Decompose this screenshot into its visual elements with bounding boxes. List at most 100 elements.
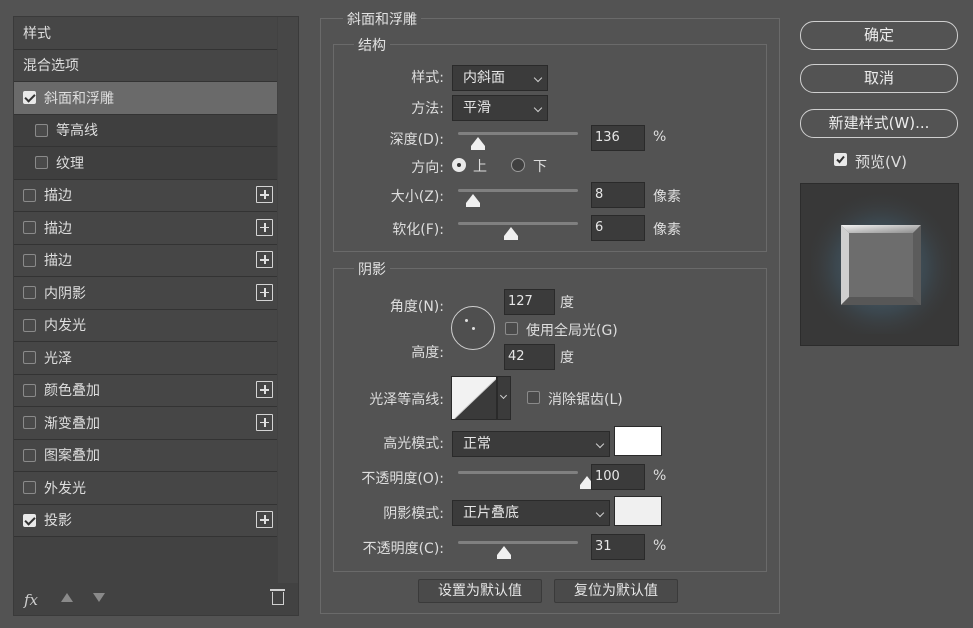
gloss-contour-dropdown[interactable]: [497, 376, 511, 420]
antialias-checkbox[interactable]: [527, 391, 540, 404]
add-style-icon[interactable]: [256, 511, 273, 529]
depth-slider-thumb[interactable]: [470, 137, 485, 150]
depth-input[interactable]: 136: [591, 125, 645, 151]
angle-label: 角度(N):: [389, 299, 444, 315]
chevron-down-icon: [533, 103, 543, 113]
preview-checkbox[interactable]: [834, 153, 847, 166]
style-item-checkbox[interactable]: [35, 123, 48, 137]
shadow-mode-label: 阴影模式:: [383, 506, 444, 522]
fx-button[interactable]: fx: [24, 591, 38, 609]
style-item[interactable]: 描边: [14, 179, 277, 212]
style-item[interactable]: 等高线: [14, 114, 277, 147]
style-item-label: 颜色叠加: [44, 383, 100, 400]
style-item-label: 光泽: [44, 350, 72, 367]
style-item-checkbox[interactable]: [23, 383, 36, 397]
technique-label: 方法:: [411, 101, 444, 117]
shadow-opacity-thumb[interactable]: [497, 546, 512, 559]
angle-dial[interactable]: [451, 306, 495, 350]
style-item-checkbox[interactable]: [23, 318, 36, 332]
reset-default-button[interactable]: 复位为默认值: [554, 579, 678, 603]
gloss-contour-label: 光泽等高线:: [369, 392, 444, 408]
angle-input[interactable]: 127: [504, 289, 555, 315]
styles-scrollbar[interactable]: [278, 17, 298, 583]
size-slider-thumb[interactable]: [466, 194, 480, 207]
trash-icon[interactable]: [270, 589, 285, 605]
soften-slider[interactable]: [458, 222, 578, 225]
style-item[interactable]: 图案叠加: [14, 439, 277, 472]
highlight-mode-dropdown[interactable]: 正常: [452, 431, 610, 457]
style-item[interactable]: 光泽: [14, 342, 277, 375]
direction-down-radio[interactable]: [511, 158, 525, 172]
style-item-checkbox[interactable]: [23, 188, 36, 202]
style-item-checkbox[interactable]: [23, 221, 36, 235]
shadow-mode-dropdown[interactable]: 正片叠底: [452, 500, 610, 526]
style-item-label: 投影: [44, 513, 72, 530]
gloss-contour-thumbnail[interactable]: [451, 376, 497, 420]
direction-up-radio[interactable]: [452, 158, 466, 172]
size-slider[interactable]: [458, 189, 578, 192]
size-input[interactable]: 8: [591, 182, 645, 208]
move-down-icon[interactable]: [93, 593, 105, 602]
altitude-unit: 度: [560, 350, 574, 366]
styles-footer: fx: [14, 583, 300, 615]
chevron-down-icon: [595, 508, 605, 518]
direction-up-label: 上: [473, 159, 487, 175]
make-default-button[interactable]: 设置为默认值: [418, 579, 542, 603]
shadow-opacity-label: 不透明度(C):: [362, 541, 444, 557]
style-item-label: 内发光: [44, 318, 86, 335]
style-item[interactable]: 描边: [14, 244, 277, 277]
cancel-button[interactable]: 取消: [800, 64, 958, 93]
style-item[interactable]: 投影: [14, 504, 277, 537]
style-item[interactable]: 颜色叠加: [14, 374, 277, 407]
style-item-checkbox[interactable]: [35, 156, 48, 170]
style-item-checkbox[interactable]: [23, 351, 36, 365]
angle-dial-center: [472, 327, 475, 330]
style-item-checkbox[interactable]: [23, 513, 36, 527]
style-dropdown-value: 内斜面: [463, 70, 505, 86]
structure-title: 结构: [354, 35, 390, 55]
move-up-icon[interactable]: [61, 593, 73, 602]
style-item[interactable]: 内发光: [14, 309, 277, 342]
ok-button[interactable]: 确定: [800, 21, 958, 50]
add-style-icon[interactable]: [256, 413, 273, 431]
style-item[interactable]: 描边: [14, 212, 277, 245]
style-item-checkbox[interactable]: [23, 481, 36, 495]
style-item-label: 图案叠加: [44, 448, 100, 465]
add-style-icon[interactable]: [256, 251, 273, 269]
technique-dropdown[interactable]: 平滑: [452, 95, 548, 121]
style-item-label: 内阴影: [44, 285, 86, 302]
altitude-input[interactable]: 42: [504, 344, 555, 370]
blend-options-item[interactable]: 混合选项: [14, 49, 277, 82]
shadow-opacity-slider[interactable]: [458, 541, 578, 544]
styles-header[interactable]: 样式: [14, 17, 277, 50]
shadow-mode-value: 正片叠底: [463, 505, 519, 521]
style-item[interactable]: 内阴影: [14, 277, 277, 310]
shadow-opacity-input[interactable]: 31: [591, 534, 645, 560]
direction-label: 方向:: [411, 160, 444, 176]
shadow-color-swatch[interactable]: [614, 496, 662, 526]
highlight-opacity-input[interactable]: 100: [591, 464, 645, 490]
style-item-checkbox[interactable]: [23, 286, 36, 300]
style-dropdown[interactable]: 内斜面: [452, 65, 548, 91]
add-style-icon[interactable]: [256, 186, 273, 204]
style-item[interactable]: 渐变叠加: [14, 407, 277, 440]
style-item[interactable]: 外发光: [14, 472, 277, 505]
highlight-mode-label: 高光模式:: [383, 436, 444, 452]
new-style-button[interactable]: 新建样式(W)...: [800, 109, 958, 138]
global-light-checkbox[interactable]: [505, 322, 518, 335]
style-item-checkbox[interactable]: [23, 91, 36, 105]
soften-input[interactable]: 6: [591, 215, 645, 241]
add-style-icon[interactable]: [256, 283, 273, 301]
add-style-icon[interactable]: [256, 381, 273, 399]
style-item-checkbox[interactable]: [23, 416, 36, 430]
highlight-color-swatch[interactable]: [614, 426, 662, 456]
highlight-opacity-slider[interactable]: [458, 471, 578, 474]
style-item-label: 描边: [44, 253, 72, 270]
soften-slider-thumb[interactable]: [504, 227, 519, 240]
depth-slider[interactable]: [458, 132, 578, 135]
style-item[interactable]: 斜面和浮雕: [14, 82, 277, 115]
style-item-checkbox[interactable]: [23, 253, 36, 267]
style-item[interactable]: 纹理: [14, 147, 277, 180]
style-item-checkbox[interactable]: [23, 448, 36, 462]
add-style-icon[interactable]: [256, 218, 273, 236]
